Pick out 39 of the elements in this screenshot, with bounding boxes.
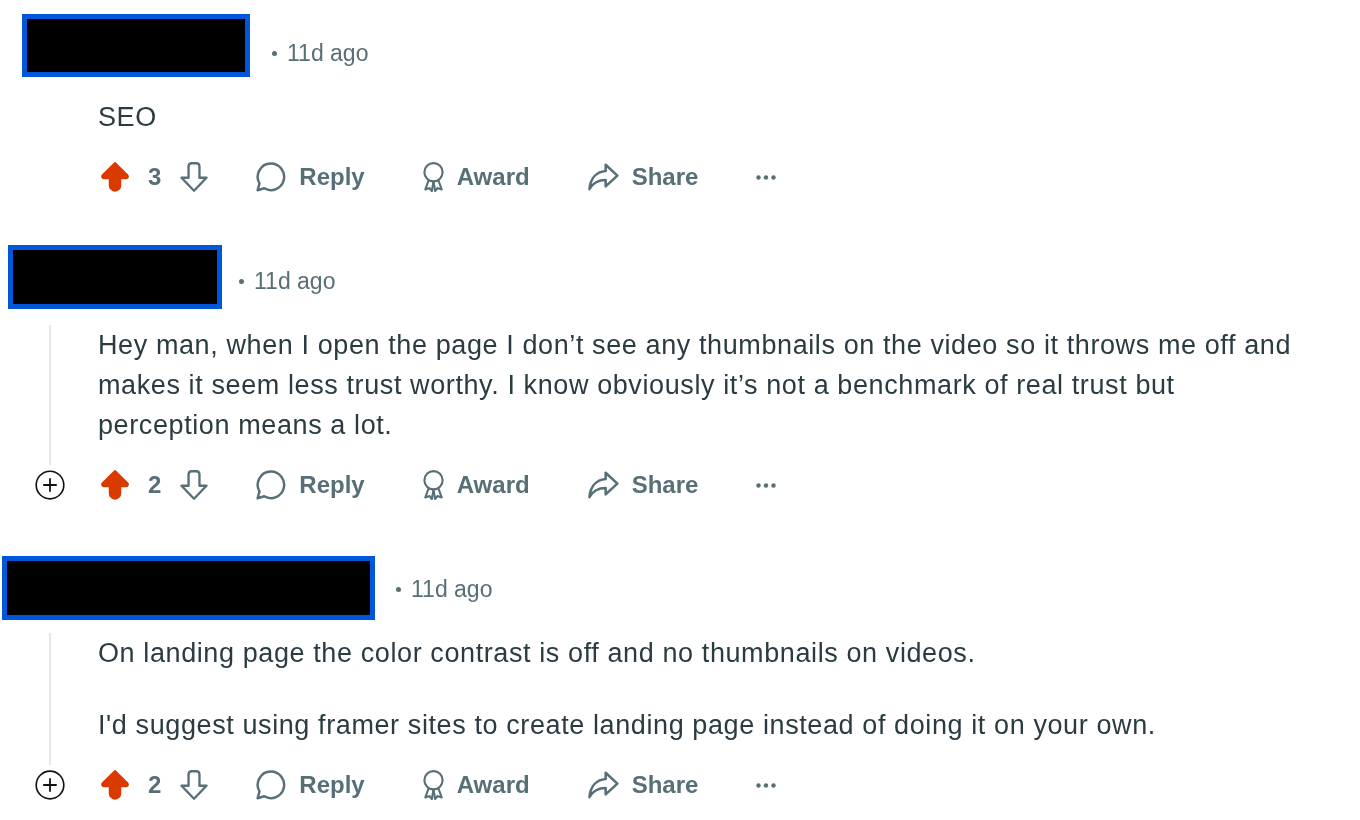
- award-ribbon-icon: [422, 470, 444, 500]
- award-button[interactable]: Award: [422, 470, 530, 500]
- reply-button[interactable]: Reply: [256, 770, 365, 800]
- award-ribbon-icon: [422, 770, 444, 800]
- expand-replies-button[interactable]: [35, 470, 65, 500]
- vote-count: 2: [148, 470, 162, 500]
- upvote-button[interactable]: [100, 770, 130, 800]
- vote-count: 2: [148, 770, 162, 800]
- speech-bubble-icon: [256, 470, 287, 500]
- upvote-button[interactable]: [100, 470, 130, 500]
- curved-arrow-icon: [587, 471, 619, 499]
- comment-text: Hey man, when I open the page I don’t see any thumbnails on the video so it throws me off and makes it seem less trust worthy. I know obviously it’s not a benchmark of real trust but perception means a lot.: [98, 329, 1292, 442]
- comment-text: On landing page the color contrast is off and no thumbnails on videos.: [98, 637, 977, 670]
- downvote-button[interactable]: [179, 470, 210, 500]
- expand-replies-button[interactable]: [35, 770, 65, 800]
- share-button[interactable]: Share: [587, 162, 699, 192]
- vote-count: 3: [148, 162, 162, 192]
- timestamp: 11d ago: [287, 39, 369, 67]
- reply-button[interactable]: Reply: [256, 162, 365, 192]
- share-button[interactable]: Share: [587, 470, 699, 500]
- award-ribbon-icon: [422, 162, 444, 192]
- downvote-button[interactable]: [179, 162, 210, 192]
- share-button[interactable]: Share: [587, 770, 699, 800]
- ellipsis-icon: [756, 782, 777, 788]
- upvote-button[interactable]: [100, 162, 130, 192]
- award-button[interactable]: Award: [422, 770, 530, 800]
- ellipsis-icon: [756, 482, 777, 488]
- timestamp: 11d ago: [411, 575, 493, 603]
- speech-bubble-icon: [256, 770, 287, 800]
- speech-bubble-icon: [256, 162, 287, 192]
- curved-arrow-icon: [587, 163, 619, 191]
- comment-text: I'd suggest using framer sites to create landing page instead of doing it on your own.: [98, 709, 1157, 742]
- ellipsis-icon: [756, 174, 777, 180]
- timestamp: 11d ago: [254, 267, 336, 295]
- downvote-button[interactable]: [179, 770, 210, 800]
- curved-arrow-icon: [587, 771, 619, 799]
- reply-button[interactable]: Reply: [256, 470, 365, 500]
- award-button[interactable]: Award: [422, 162, 530, 192]
- comment-text: SEO: [98, 101, 158, 134]
